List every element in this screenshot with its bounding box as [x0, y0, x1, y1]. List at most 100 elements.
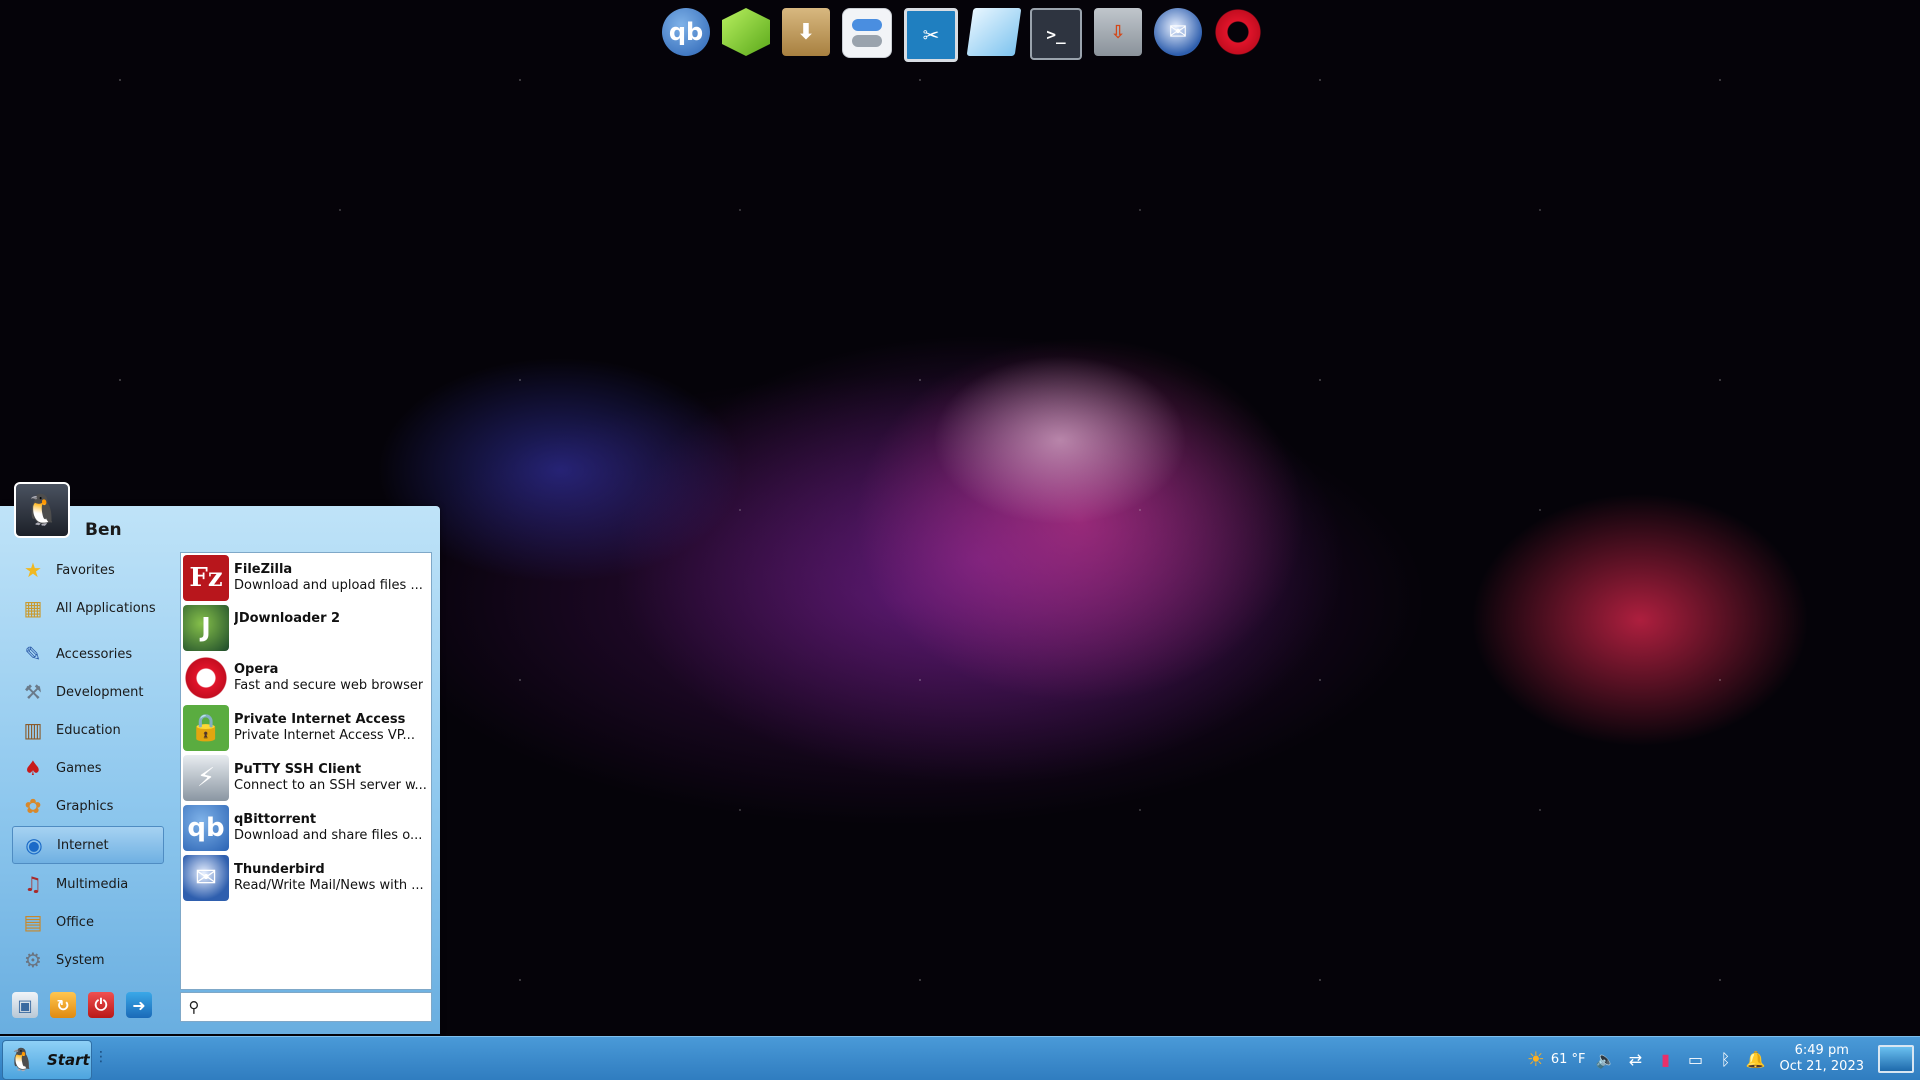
app-description: Read/Write Mail/News with ...: [234, 878, 424, 893]
system-tray: ☀ 61 °F 🔈 ⇄ ▮ ▭ ᛒ 🔔 6:49 pm Oct 21, 2023: [1527, 1037, 1920, 1080]
category-label: Graphics: [56, 798, 114, 814]
app-jdownloader[interactable]: J JDownloader 2: [181, 603, 431, 653]
search-icon: ⚲: [188, 998, 200, 1016]
settings-toggle-icon[interactable]: [842, 8, 892, 58]
gear-icon: ⚙: [24, 948, 42, 972]
filezilla-icon: Fz: [183, 555, 229, 601]
app-description: Download and upload files ...: [234, 578, 423, 593]
battery-icon[interactable]: ▮: [1656, 1050, 1676, 1069]
app-name: qBittorrent: [234, 812, 317, 827]
cube-app-icon[interactable]: [722, 8, 770, 56]
accessories-icon: ✎: [24, 642, 42, 666]
notification-bell-icon[interactable]: 🔔: [1746, 1050, 1766, 1069]
lock-screen-icon[interactable]: ▣: [12, 992, 38, 1018]
app-thunderbird[interactable]: ✉ Thunderbird Read/Write Mail/News with .…: [181, 853, 431, 903]
app-name: FileZilla: [234, 562, 293, 577]
app-name: Opera: [234, 662, 279, 677]
multimedia-icon: ♫: [24, 872, 42, 896]
app-opera[interactable]: Opera Fast and secure web browser: [181, 653, 431, 703]
weather-temperature[interactable]: 61 °F: [1551, 1052, 1586, 1067]
weather-sun-icon[interactable]: ☀: [1527, 1047, 1545, 1071]
globe-icon: ◉: [25, 833, 43, 857]
penguin-icon: 🐧: [8, 1047, 36, 1073]
category-label: Education: [56, 722, 121, 738]
app-private-internet-access[interactable]: 🔒 Private Internet Access Private Interne…: [181, 703, 431, 753]
category-label: Favorites: [56, 562, 115, 578]
volume-icon[interactable]: 🔈: [1596, 1050, 1616, 1069]
app-name: PuTTY SSH Client: [234, 762, 362, 777]
graphics-icon: ✿: [24, 794, 42, 818]
category-all-applications[interactable]: ▦ All Applications: [12, 590, 164, 626]
category-internet[interactable]: ◉ Internet: [12, 826, 164, 864]
putty-icon: ⚡: [183, 755, 229, 801]
drive-icon[interactable]: ▭: [1686, 1050, 1706, 1069]
category-favorites[interactable]: ★ Favorites: [12, 552, 164, 588]
power-icon[interactable]: ⏻: [88, 992, 114, 1018]
clock-date: Oct 21, 2023: [1779, 1059, 1865, 1074]
qbittorrent-icon[interactable]: qb: [662, 8, 710, 56]
network-icon[interactable]: ⇄: [1626, 1050, 1646, 1069]
restart-icon[interactable]: ↻: [50, 992, 76, 1018]
start-button[interactable]: 🐧 Start: [2, 1040, 92, 1080]
start-label: Start: [47, 1051, 90, 1069]
category-development[interactable]: ⚒ Development: [12, 674, 164, 710]
bluetooth-icon[interactable]: ᛒ: [1716, 1050, 1736, 1069]
dock: qb ⬇ ✂ >_ ⇩ ✉: [662, 8, 1262, 62]
applications-icon: ▦: [23, 596, 43, 620]
category-list: ★ Favorites ▦ All Applications ✎ Accesso…: [12, 552, 164, 980]
app-filezilla[interactable]: Fz FileZilla Download and upload files ..…: [181, 553, 431, 603]
category-label: Development: [56, 684, 144, 700]
clock-time: 6:49 pm: [1794, 1043, 1849, 1058]
show-desktop-button[interactable]: [1878, 1045, 1914, 1073]
development-icon: ⚒: [24, 680, 42, 704]
start-menu: Ben ★ Favorites ▦ All Applications ✎ Acc…: [0, 482, 440, 1034]
app-description: Private Internet Access VP...: [234, 728, 415, 743]
menu-search-box: ⚲: [180, 992, 432, 1022]
clock[interactable]: 6:49 pm Oct 21, 2023: [1780, 1043, 1865, 1075]
category-office[interactable]: ▤ Office: [12, 904, 164, 940]
thunderbird-icon: ✉: [183, 855, 229, 901]
office-icon: ▤: [23, 910, 43, 934]
app-putty[interactable]: ⚡ PuTTY SSH Client Connect to an SSH serv…: [181, 753, 431, 803]
app-name: Thunderbird: [234, 862, 325, 877]
category-education[interactable]: ▥ Education: [12, 712, 164, 748]
text-editor-icon[interactable]: [966, 8, 1022, 56]
avatar[interactable]: 🐧: [14, 482, 70, 538]
app-qbittorrent[interactable]: qb qBittorrent Download and share files o…: [181, 803, 431, 853]
start-menu-panel: Ben ★ Favorites ▦ All Applications ✎ Acc…: [0, 506, 440, 1034]
app-name: JDownloader 2: [234, 611, 341, 626]
star-icon: ★: [24, 558, 42, 582]
network-tool-icon[interactable]: ⇩: [1094, 8, 1142, 56]
category-system[interactable]: ⚙ System: [12, 942, 164, 978]
category-graphics[interactable]: ✿ Graphics: [12, 788, 164, 824]
logout-icon[interactable]: ➜: [126, 992, 152, 1018]
search-input[interactable]: [207, 994, 431, 1020]
category-accessories[interactable]: ✎ Accessories: [12, 636, 164, 672]
opera-icon[interactable]: [1214, 8, 1262, 56]
thunderbird-icon[interactable]: ✉: [1154, 8, 1202, 56]
qbittorrent-icon: qb: [183, 805, 229, 851]
jdownloader-icon: J: [183, 605, 229, 651]
app-description: Connect to an SSH server w...: [234, 778, 427, 793]
category-label: Accessories: [56, 646, 133, 662]
session-actions: ▣ ↻ ⏻ ➜: [12, 992, 152, 1018]
education-icon: ▥: [23, 718, 43, 742]
category-label: Games: [56, 760, 102, 776]
terminal-icon[interactable]: >_: [1030, 8, 1082, 60]
app-name: Private Internet Access: [234, 712, 406, 727]
games-icon: ♠: [24, 756, 42, 780]
archive-manager-icon[interactable]: ⬇: [782, 8, 830, 56]
taskbar: 🐧 Start ⋮ ☀ 61 °F 🔈 ⇄ ▮ ▭ ᛒ 🔔 6:49 pm Oc…: [0, 1036, 1920, 1080]
category-label: Office: [56, 914, 94, 930]
category-multimedia[interactable]: ♫ Multimedia: [12, 866, 164, 902]
category-label: System: [56, 952, 105, 968]
panel-handle[interactable]: ⋮: [94, 1049, 108, 1065]
lock-icon: 🔒: [183, 705, 229, 751]
user-name: Ben: [85, 520, 122, 540]
category-games[interactable]: ♠ Games: [12, 750, 164, 786]
remote-desktop-icon[interactable]: ✂: [904, 8, 958, 62]
category-label: Internet: [57, 837, 109, 853]
application-list: Fz FileZilla Download and upload files ..…: [180, 552, 432, 990]
app-description: Download and share files o...: [234, 828, 423, 843]
opera-icon: [183, 655, 229, 701]
